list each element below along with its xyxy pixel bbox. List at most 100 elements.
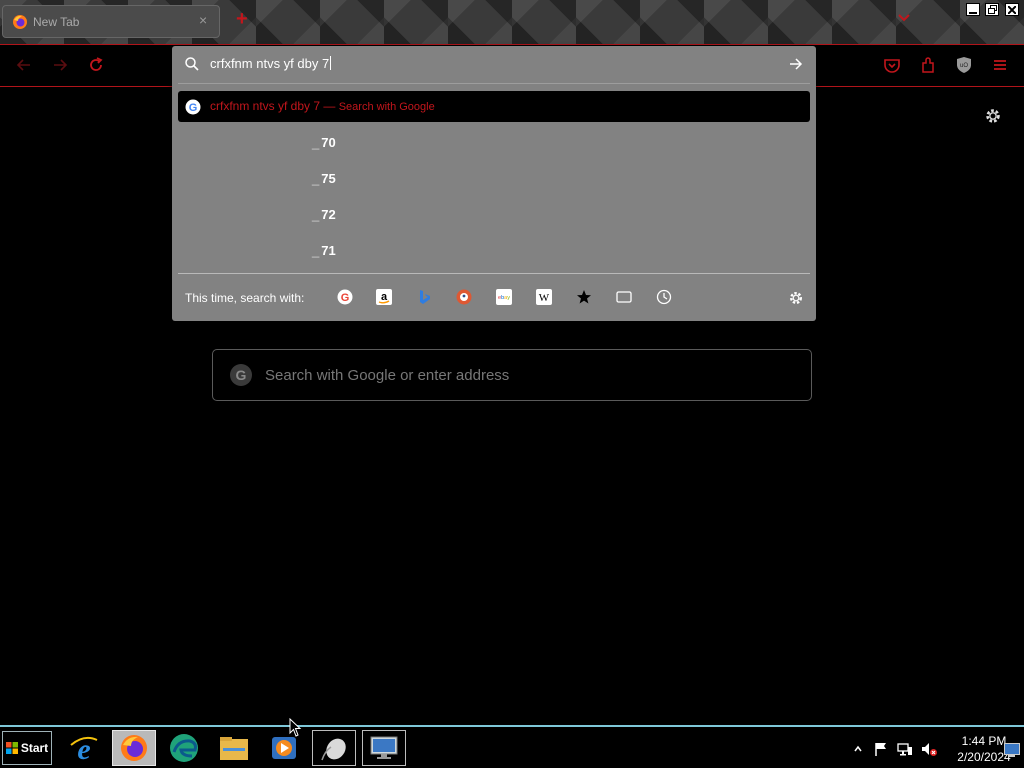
- ebay-icon: ebay: [496, 289, 512, 305]
- bookmarks-search-button[interactable]: [575, 288, 593, 306]
- volume-muted-icon[interactable]: [921, 741, 937, 757]
- taskbar-internet-explorer[interactable]: e: [62, 730, 106, 766]
- urlbar-value: crfxfnm ntvs yf dby 7: [210, 56, 330, 71]
- start-label: Start: [20, 741, 49, 755]
- google-icon: G: [185, 99, 201, 115]
- close-window-button[interactable]: [1005, 3, 1019, 16]
- amazon-icon: a: [376, 289, 392, 305]
- result-action: Search with Google: [338, 101, 435, 113]
- reload-icon[interactable]: [86, 55, 106, 75]
- result-separator: —: [320, 99, 339, 113]
- suggestion-prefix: _: [312, 171, 320, 186]
- suggestion-prefix: _: [312, 135, 320, 150]
- svg-text:G: G: [341, 292, 350, 304]
- taskbar-file-explorer[interactable]: [212, 730, 256, 766]
- network-icon[interactable]: [897, 741, 913, 757]
- svg-text:G: G: [189, 102, 198, 114]
- history-search-button[interactable]: [655, 288, 673, 306]
- page-settings-icon[interactable]: [984, 107, 1002, 125]
- edge-icon: [170, 734, 198, 762]
- firefox-icon: [121, 735, 147, 761]
- duckduckgo-icon: [456, 289, 472, 305]
- tabs-icon: [616, 291, 632, 303]
- wikipedia-icon: W: [536, 289, 552, 305]
- ublock-icon[interactable]: uO: [954, 55, 974, 75]
- suggestion-text: 75: [321, 171, 336, 186]
- search-result-row[interactable]: G crfxfnm ntvs yf dby 7 — Search with Go…: [178, 91, 810, 122]
- action-center-flag-icon[interactable]: [873, 741, 889, 757]
- firefox-icon: [13, 15, 27, 29]
- google-icon: G: [337, 289, 353, 305]
- restore-icon: [987, 5, 997, 14]
- wikipedia-engine-button[interactable]: W: [535, 288, 553, 306]
- suggestion-text: 71: [321, 243, 336, 258]
- system-tray: 1:44 PM 2/20/2024: [846, 730, 1024, 768]
- suggestion-prefix: _: [312, 243, 320, 258]
- back-icon[interactable]: [14, 55, 34, 75]
- star-icon: [577, 290, 591, 304]
- suggestion-prefix: _: [312, 207, 320, 222]
- page-search-box[interactable]: G Search with Google or enter address: [212, 349, 812, 401]
- text-caret: [330, 56, 332, 70]
- internet-explorer-icon: e: [70, 733, 98, 764]
- taskbar-firefox[interactable]: [112, 730, 156, 766]
- tab-new-tab[interactable]: New Tab ×: [2, 5, 220, 38]
- svg-text:uO: uO: [960, 63, 968, 69]
- minimize-icon: [969, 11, 977, 14]
- amazon-engine-button[interactable]: a: [375, 288, 393, 306]
- taskbar-mouse-settings[interactable]: [312, 730, 356, 766]
- suggestion-item[interactable]: _ 71: [312, 243, 336, 258]
- go-arrow-icon[interactable]: [788, 56, 804, 72]
- svg-text:ebay: ebay: [498, 295, 510, 301]
- result-query-text: crfxfnm ntvs yf dby 7: [210, 99, 321, 113]
- taskbar-remote-desktop[interactable]: [362, 730, 406, 766]
- one-off-label: This time, search with:: [185, 291, 305, 305]
- folder-icon: [220, 737, 248, 760]
- history-icon: [656, 289, 672, 305]
- tab-close-icon[interactable]: ×: [199, 12, 207, 28]
- suggestion-item[interactable]: _ 72: [312, 207, 336, 222]
- new-tab-button[interactable]: +: [236, 8, 248, 31]
- urlbar-input[interactable]: crfxfnm ntvs yf dby 7: [210, 56, 332, 71]
- extensions-icon[interactable]: [918, 55, 938, 75]
- suggestion-item[interactable]: _ 75: [312, 171, 336, 186]
- minimize-button[interactable]: [966, 3, 980, 16]
- search-settings-icon[interactable]: [788, 290, 804, 306]
- duckduckgo-engine-button[interactable]: [455, 288, 473, 306]
- result-query: crfxfnm ntvs yf dby 7 — Search with Goog…: [210, 99, 435, 113]
- suggestion-item[interactable]: _ 70: [312, 135, 336, 150]
- tab-strip: New Tab × +: [0, 0, 1024, 45]
- google-icon: G: [230, 364, 252, 386]
- tab-title: New Tab: [33, 15, 80, 29]
- search-icon: [185, 57, 199, 71]
- show-desktop-icon[interactable]: [1004, 743, 1020, 757]
- urlbar-popup: crfxfnm ntvs yf dby 7 G crfxfnm ntvs yf …: [172, 46, 816, 321]
- google-engine-button[interactable]: G: [336, 288, 354, 306]
- tabs-search-button[interactable]: [615, 288, 633, 306]
- svg-text:a: a: [381, 291, 388, 303]
- list-all-tabs-icon[interactable]: [897, 10, 911, 24]
- svg-text:W: W: [539, 292, 550, 304]
- menu-icon[interactable]: [990, 55, 1010, 75]
- svg-text:G: G: [236, 367, 247, 383]
- close-icon: [1008, 5, 1016, 14]
- divider: [178, 273, 810, 274]
- start-button[interactable]: Start: [2, 731, 52, 765]
- mouse-icon: [321, 738, 346, 761]
- windows-logo-icon: [5, 742, 18, 754]
- page-search-placeholder: Search with Google or enter address: [265, 367, 510, 384]
- suggestion-text: 72: [321, 207, 336, 222]
- divider: [178, 83, 810, 84]
- bing-icon: [420, 290, 430, 304]
- bing-engine-button[interactable]: [415, 288, 433, 306]
- taskbar: Start e 1:44 PM 2/20/2024: [0, 725, 1024, 768]
- forward-icon[interactable]: [50, 55, 70, 75]
- restore-button[interactable]: [985, 3, 999, 16]
- monitor-icon: [370, 736, 398, 759]
- mouse-cursor-icon: [289, 718, 302, 737]
- suggestion-text: 70: [321, 135, 336, 150]
- pocket-icon[interactable]: [882, 55, 902, 75]
- taskbar-edge[interactable]: [162, 730, 206, 766]
- show-hidden-icons-chevron-icon[interactable]: [853, 743, 863, 755]
- ebay-engine-button[interactable]: ebay: [495, 288, 513, 306]
